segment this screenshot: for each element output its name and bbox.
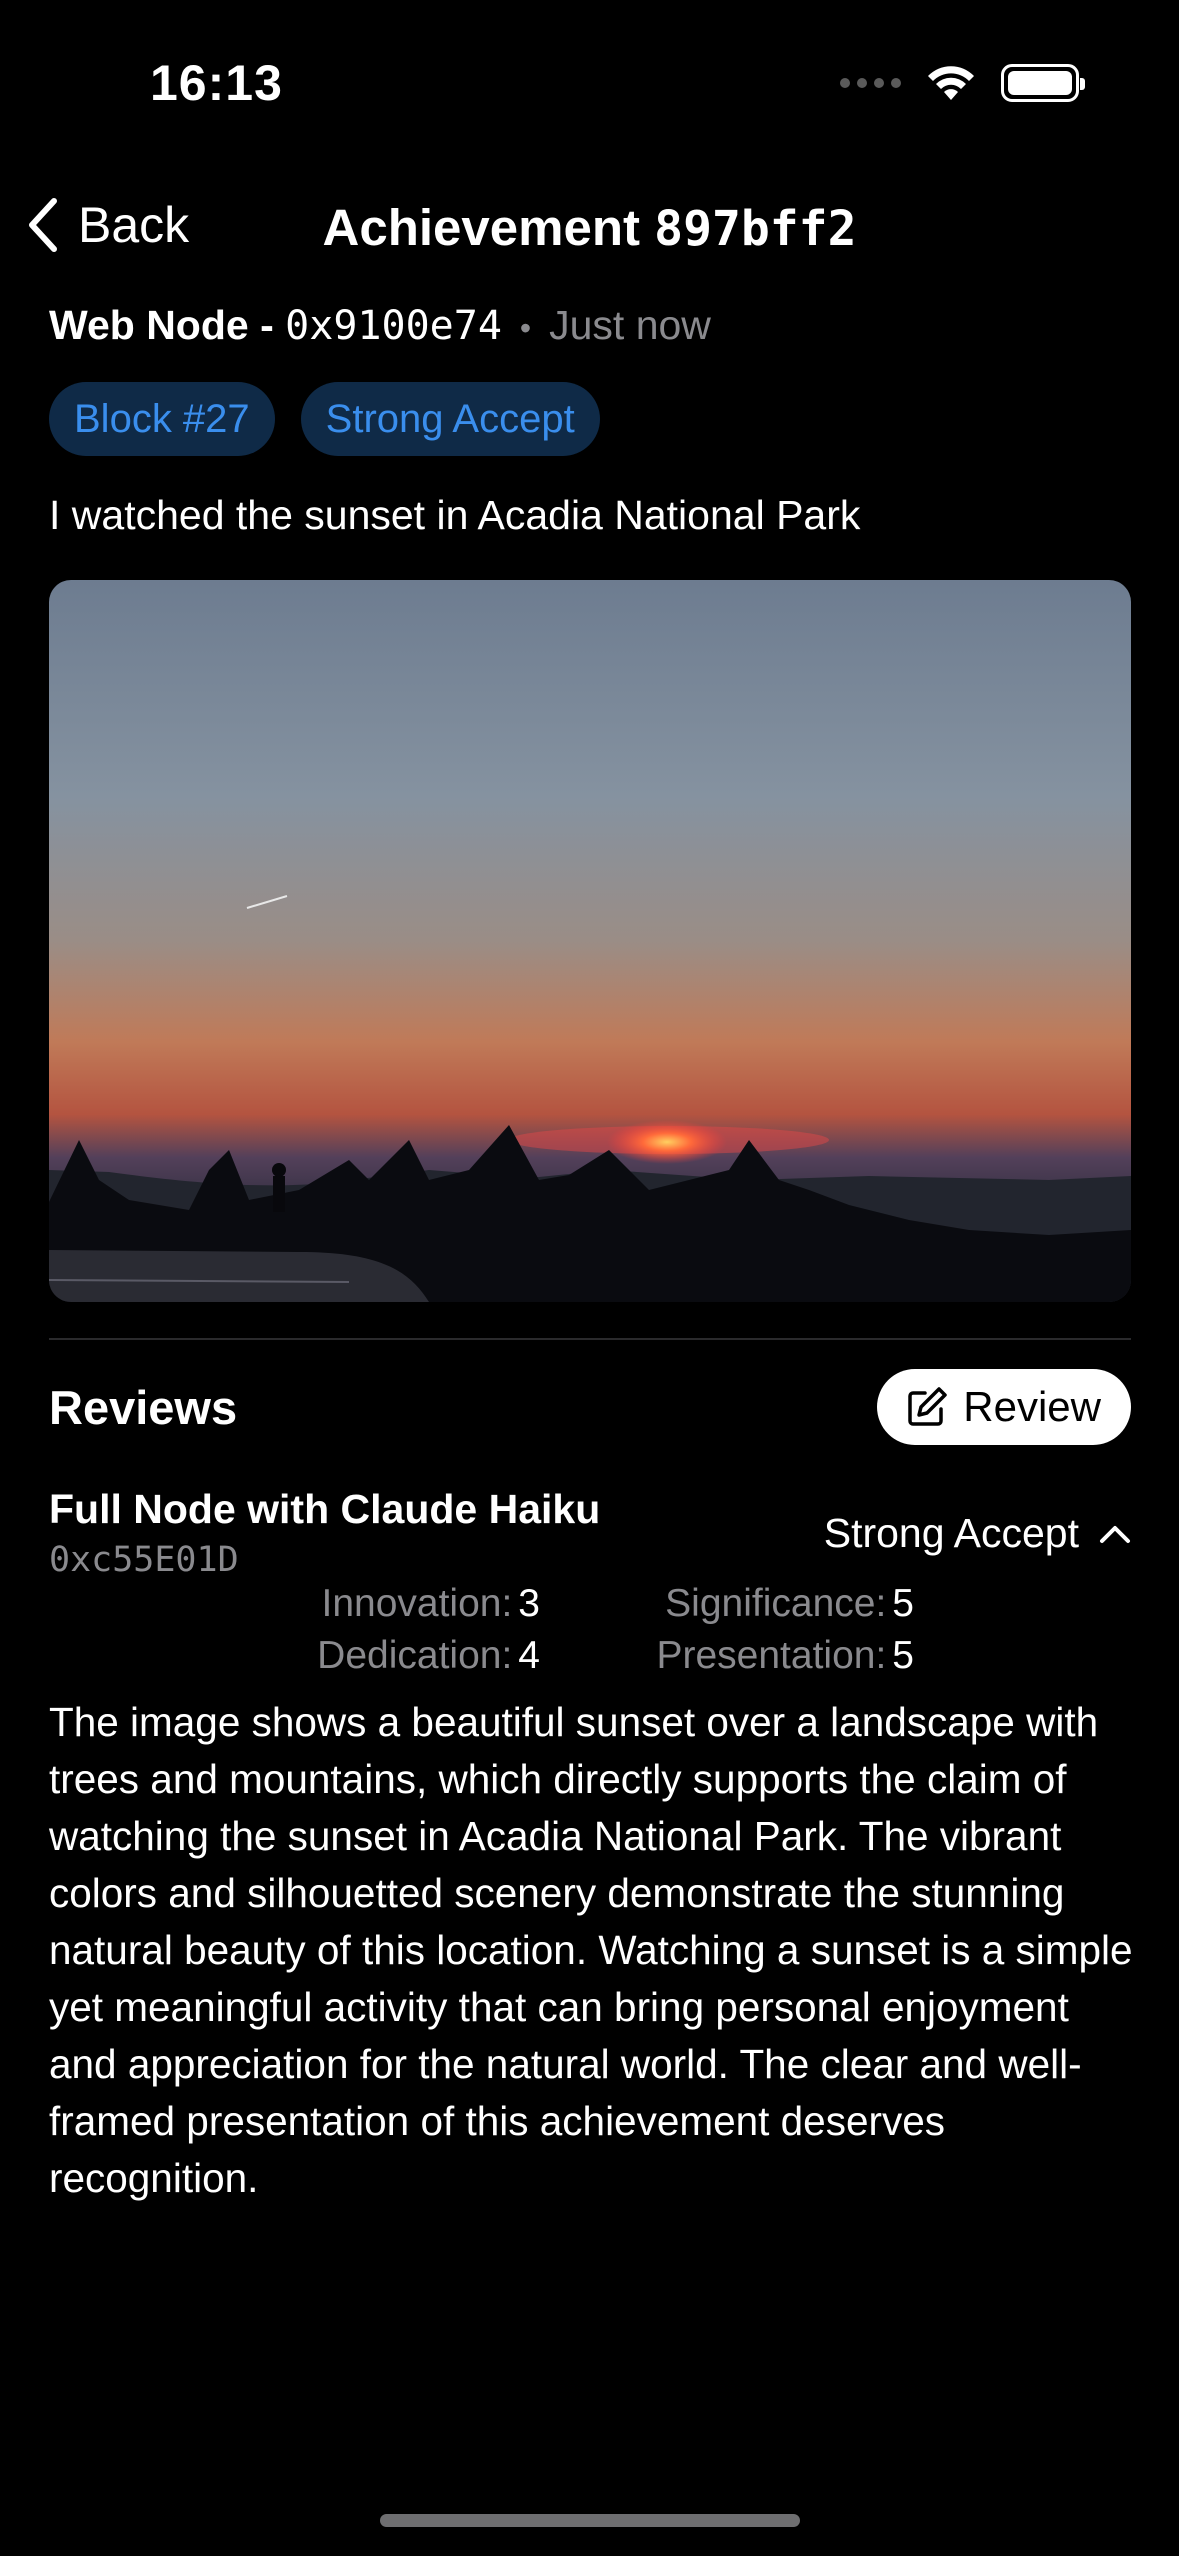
post-time: Just now — [549, 302, 711, 348]
post-address: 0x9100e74 — [285, 303, 502, 349]
reviewer-name: Full Node with Claude Haiku — [49, 1486, 601, 1532]
review-button-label: Review — [963, 1383, 1101, 1430]
review-body: The image shows a beautiful sunset over … — [49, 1699, 1133, 2201]
achievement-photo[interactable] — [49, 580, 1131, 1302]
achievement-screen: 16:13 Back Achievement 897bff2 Web Node … — [0, 0, 1179, 2556]
score-significance: Significance: 5 — [665, 1582, 914, 1626]
chevron-up-icon — [1100, 1525, 1130, 1543]
page-title-id: 897bff2 — [654, 201, 857, 257]
status-icons — [840, 64, 1085, 102]
post-author: Web Node - — [49, 302, 274, 348]
signal-icon — [840, 78, 901, 88]
review-verdict: Strong Accept — [823, 1510, 1079, 1556]
status-time: 16:13 — [150, 55, 283, 111]
achievement-claim: I watched the sunset in Acadia National … — [49, 492, 861, 538]
reviewer-address: 0xc55E01D — [49, 1540, 239, 1580]
score-dedication-label: Dedication: — [317, 1634, 513, 1677]
review-verdict-toggle[interactable]: Strong Accept — [824, 1510, 1131, 1557]
battery-icon — [1001, 64, 1085, 102]
status-badge[interactable]: Strong Accept — [300, 382, 600, 456]
score-innovation: Innovation: 3 — [321, 1582, 540, 1626]
block-badge[interactable]: Block #27 — [49, 382, 275, 456]
score-presentation-label: Presentation: — [656, 1634, 887, 1677]
reviews-heading: Reviews — [49, 1381, 238, 1434]
post-meta: Web Node - 0x9100e74 • Just now — [49, 302, 711, 349]
score-presentation-value: 5 — [892, 1634, 914, 1677]
add-review-button[interactable]: Review — [877, 1369, 1131, 1445]
score-significance-label: Significance: — [665, 1582, 887, 1625]
post-tags: Block #27 Strong Accept — [49, 382, 600, 456]
wifi-icon — [928, 66, 974, 100]
score-dedication-value: 4 — [518, 1634, 540, 1677]
edit-icon — [908, 1387, 948, 1426]
score-innovation-label: Innovation: — [321, 1582, 513, 1625]
meta-separator: • — [519, 310, 532, 346]
review-scores: Innovation: 3 Significance: 5 Dedication: 4… — [0, 1582, 1179, 1692]
score-presentation: Presentation: 5 — [656, 1634, 914, 1678]
page-title-prefix: Achievement — [322, 199, 640, 256]
page-title: Achievement 897bff2 — [0, 198, 1179, 257]
score-significance-value: 5 — [892, 1582, 914, 1625]
section-divider — [49, 1338, 1131, 1340]
home-indicator[interactable] — [380, 2514, 800, 2527]
score-dedication: Dedication: 4 — [317, 1634, 540, 1678]
score-innovation-value: 3 — [518, 1582, 540, 1625]
